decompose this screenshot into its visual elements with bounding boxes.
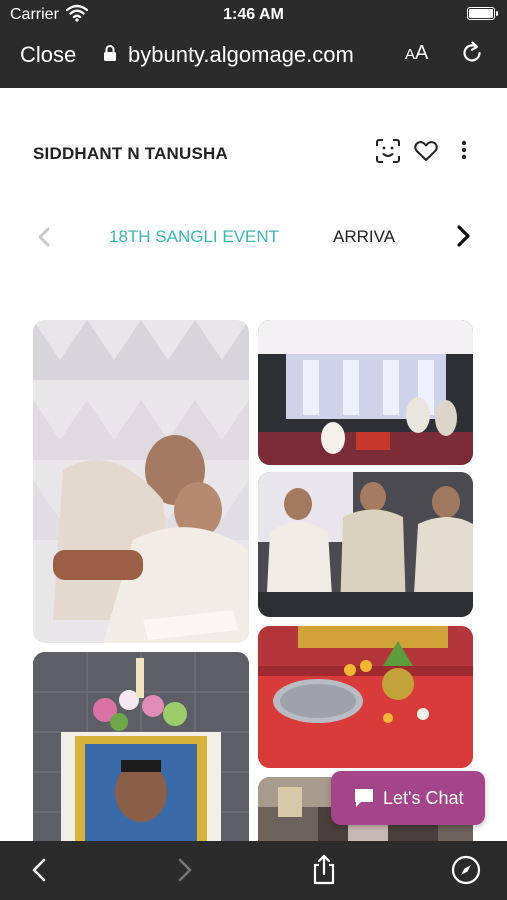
photo-stage-ceremony[interactable] bbox=[258, 320, 473, 465]
browser-top-bar: Carrier 1:46 AM Close bybunty.algomage.c… bbox=[0, 0, 507, 88]
address-bar: Close bybunty.algomage.com AA bbox=[0, 30, 507, 80]
close-button[interactable]: Close bbox=[20, 42, 76, 68]
text-size-large-label: A bbox=[415, 42, 429, 64]
battery-icon bbox=[467, 7, 498, 20]
url-text[interactable]: bybunty.algomage.com bbox=[128, 42, 354, 68]
text-size-button[interactable]: AA bbox=[405, 42, 428, 65]
chat-bubble-icon bbox=[355, 789, 373, 807]
lock-icon bbox=[104, 45, 116, 61]
photo-puja-plate[interactable] bbox=[258, 626, 473, 768]
tab-arrival[interactable]: ARRIVA bbox=[333, 227, 395, 247]
photo-seated-elders[interactable] bbox=[258, 472, 473, 617]
chat-label: Let's Chat bbox=[383, 788, 464, 808]
heart-icon[interactable] bbox=[413, 138, 439, 164]
compass-icon[interactable] bbox=[450, 854, 482, 886]
photo-memorial-portrait[interactable] bbox=[33, 652, 249, 852]
forward-chevron-icon[interactable] bbox=[168, 854, 200, 886]
tab-prev-chevron-icon[interactable] bbox=[34, 225, 54, 249]
share-icon[interactable] bbox=[308, 854, 340, 886]
status-bar: Carrier 1:46 AM bbox=[0, 0, 507, 28]
gallery-title: SIDDHANT N TANUSHA bbox=[33, 144, 228, 163]
back-chevron-icon[interactable] bbox=[24, 854, 56, 886]
lets-chat-button[interactable]: Let's Chat bbox=[331, 771, 485, 825]
clock: 1:46 AM bbox=[223, 6, 284, 23]
photo-elder-men-reading[interactable] bbox=[33, 320, 249, 643]
browser-bottom-bar bbox=[0, 841, 507, 900]
reload-icon[interactable] bbox=[460, 40, 484, 66]
more-vertical-icon[interactable] bbox=[451, 138, 477, 164]
face-scan-icon[interactable] bbox=[375, 138, 401, 164]
tab-18th-sangli-event[interactable]: 18TH SANGLI EVENT bbox=[109, 227, 279, 247]
tab-next-chevron-icon[interactable] bbox=[452, 223, 474, 249]
text-size-small-label: A bbox=[405, 46, 416, 63]
